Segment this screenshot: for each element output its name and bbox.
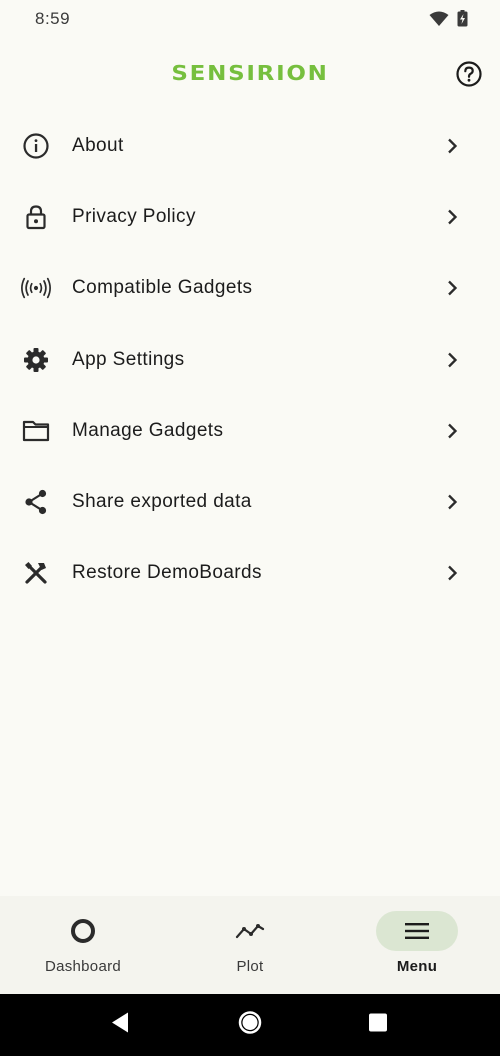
gear-icon bbox=[20, 344, 52, 376]
menu-item-label: About bbox=[72, 134, 124, 156]
status-time: 8:59 bbox=[35, 9, 71, 28]
broadcast-icon bbox=[20, 272, 52, 304]
ring-icon bbox=[71, 919, 95, 943]
info-icon bbox=[20, 130, 52, 162]
nav-icon-container-active bbox=[376, 911, 458, 951]
chevron-right-icon bbox=[442, 421, 462, 441]
menu-item-about[interactable]: About bbox=[0, 110, 500, 181]
menu-item-label: Manage Gadgets bbox=[72, 419, 224, 441]
system-navigation-bar bbox=[0, 994, 500, 1056]
battery-charging-icon bbox=[457, 10, 468, 32]
menu-item-share-exported-data[interactable]: Share exported data bbox=[0, 466, 500, 537]
menu-list: About Privacy Policy Compatible Gadgets … bbox=[0, 110, 500, 609]
chevron-right-icon bbox=[442, 278, 462, 298]
wifi-icon bbox=[429, 11, 449, 32]
menu-item-manage-gadgets[interactable]: Manage Gadgets bbox=[0, 395, 500, 466]
nav-label: Menu bbox=[396, 958, 438, 975]
nav-label: Dashboard bbox=[44, 958, 122, 975]
folder-icon bbox=[20, 415, 52, 447]
chevron-right-icon bbox=[442, 563, 462, 583]
bottom-navigation: Dashboard Plot Menu bbox=[0, 896, 500, 994]
menu-item-label: Privacy Policy bbox=[72, 205, 196, 227]
menu-item-app-settings[interactable]: App Settings bbox=[0, 324, 500, 395]
chevron-right-icon bbox=[442, 492, 462, 512]
nav-item-menu[interactable]: Menu bbox=[334, 896, 500, 994]
menu-item-label: App Settings bbox=[72, 348, 185, 370]
nav-item-plot[interactable]: Plot bbox=[167, 896, 333, 994]
chevron-right-icon bbox=[442, 350, 462, 370]
tools-icon bbox=[20, 557, 52, 589]
nav-item-dashboard[interactable]: Dashboard bbox=[0, 896, 166, 994]
line-chart-icon bbox=[235, 924, 265, 939]
menu-item-restore-demoboards[interactable]: Restore DemoBoards bbox=[0, 538, 500, 609]
sensirion-logo: SENSIRION bbox=[171, 61, 329, 85]
menu-item-compatible-gadgets[interactable]: Compatible Gadgets bbox=[0, 253, 500, 324]
hamburger-icon bbox=[405, 923, 429, 939]
help-circle-icon bbox=[456, 61, 482, 87]
home-icon[interactable] bbox=[238, 1011, 262, 1040]
nav-icon-container bbox=[42, 911, 124, 951]
recents-icon[interactable] bbox=[368, 1013, 388, 1038]
lock-icon bbox=[20, 201, 52, 233]
menu-item-privacy-policy[interactable]: Privacy Policy bbox=[0, 181, 500, 252]
status-bar: 8:59 bbox=[0, 0, 500, 40]
nav-label: Plot bbox=[236, 958, 264, 975]
app-header: SENSIRION bbox=[0, 48, 500, 100]
menu-item-label: Restore DemoBoards bbox=[72, 562, 262, 584]
app-screen: 8:59 SENSIRION About Privacy Policy Comp… bbox=[0, 0, 500, 1056]
menu-item-label: Compatible Gadgets bbox=[72, 277, 253, 299]
menu-item-label: Share exported data bbox=[72, 491, 252, 513]
nav-icon-container bbox=[209, 911, 291, 951]
back-icon[interactable] bbox=[110, 1012, 130, 1039]
share-icon bbox=[20, 486, 52, 518]
chevron-right-icon bbox=[442, 207, 462, 227]
chevron-right-icon bbox=[442, 136, 462, 156]
help-button[interactable] bbox=[455, 60, 483, 88]
status-icons bbox=[429, 10, 468, 32]
